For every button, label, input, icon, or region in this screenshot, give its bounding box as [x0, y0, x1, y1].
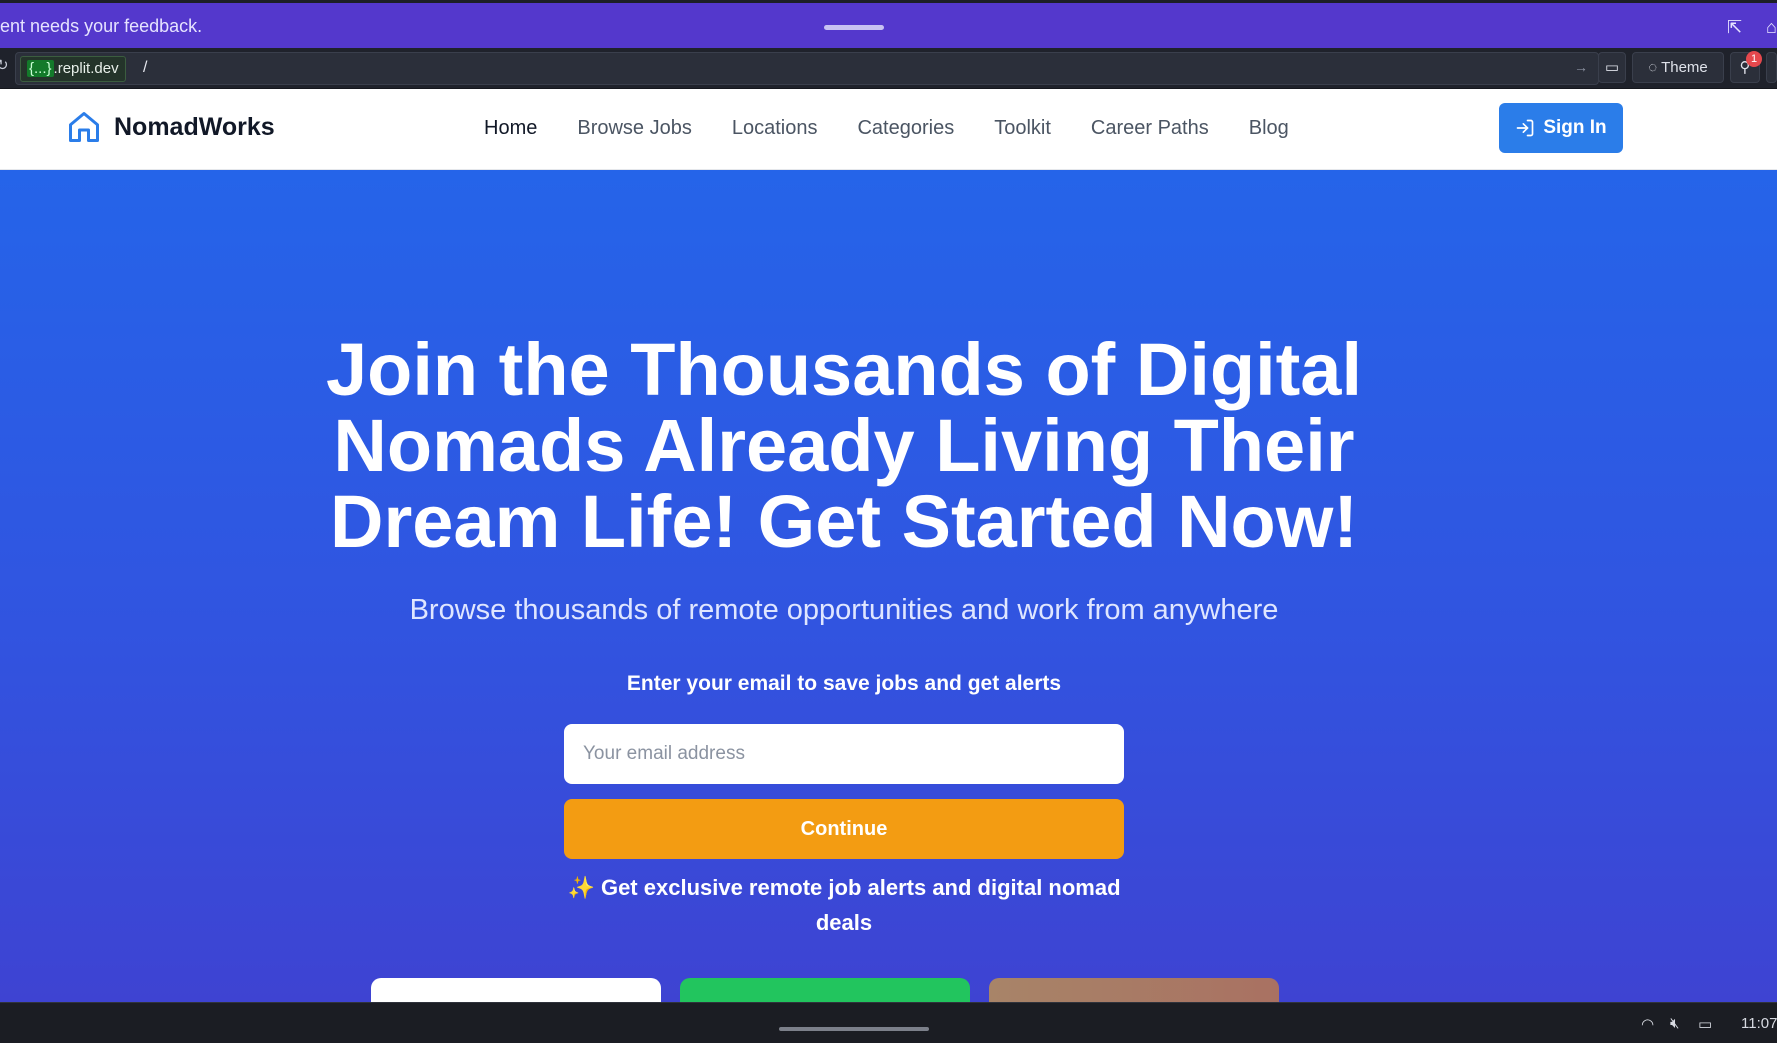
hero-title: Join the Thousands of Digital Nomads Alr… — [326, 328, 1362, 563]
system-taskbar: ◠ 🔇︎ ▭ 11:07 — [0, 1002, 1777, 1043]
overflow-icon[interactable]: ⌂ — [1766, 17, 1777, 38]
url-field[interactable]: {...} .replit.dev / → — [15, 52, 1599, 85]
feature-card-white[interactable] — [371, 978, 661, 1002]
hero-section: Join the Thousands of Digital Nomads Alr… — [0, 170, 1777, 1002]
nav-locations[interactable]: Locations — [732, 117, 818, 140]
continue-button[interactable]: Continue — [564, 799, 1124, 859]
mute-icon[interactable]: 🔇︎ — [1670, 1015, 1679, 1032]
battery-icon[interactable]: ▭ — [1698, 1015, 1712, 1033]
drag-handle[interactable] — [824, 25, 884, 30]
nav-toolkit[interactable]: Toolkit — [994, 117, 1051, 140]
site-header: NomadWorks Home Browse Jobs Locations Ca… — [0, 89, 1777, 170]
nav-browse-jobs[interactable]: Browse Jobs — [577, 117, 692, 140]
sign-in-button[interactable]: Sign In — [1499, 103, 1623, 153]
nav-categories[interactable]: Categories — [857, 117, 954, 140]
theme-button[interactable]: ◌ Theme — [1632, 52, 1724, 83]
theme-label: Theme — [1661, 59, 1708, 76]
house-icon — [69, 112, 99, 142]
devtools-url-bar: ↻ {...} .replit.dev / → ▭ ◌ Theme ⚲ — [0, 48, 1777, 89]
nav-home[interactable]: Home — [484, 117, 537, 140]
hero-subtitle: Browse thousands of remote opportunities… — [409, 594, 1279, 626]
brand-name: NomadWorks — [114, 112, 275, 141]
go-arrow-icon[interactable]: → — [1574, 59, 1588, 75]
sign-in-label: Sign In — [1543, 117, 1607, 138]
nav-career-paths[interactable]: Career Paths — [1091, 117, 1209, 140]
agent-feedback-bar: ent needs your feedback. ⇱ ⌂ — [0, 0, 1777, 48]
main-nav: Home Browse Jobs Locations Categories To… — [484, 117, 1329, 140]
device-preview-icon[interactable]: ▭ — [1598, 52, 1626, 83]
refresh-icon[interactable]: ↻ — [0, 56, 9, 74]
alerts-note: ✨ Get exclusive remote job alerts and di… — [567, 875, 1121, 935]
url-host-highlight: {...} — [27, 60, 54, 77]
popout-icon[interactable]: ⇱ — [1727, 17, 1742, 38]
brand-logo[interactable]: NomadWorks — [66, 109, 275, 145]
login-arrow-icon — [1516, 119, 1534, 137]
palette-icon: ◌ — [1648, 59, 1662, 76]
clock: 11:07 — [1741, 1015, 1777, 1032]
feature-card-brown[interactable] — [989, 978, 1279, 1002]
feature-card-green[interactable] — [680, 978, 970, 1002]
url-path[interactable]: / — [143, 59, 147, 77]
url-host: {...} .replit.dev — [20, 56, 126, 82]
email-input[interactable] — [564, 724, 1124, 784]
nav-blog[interactable]: Blog — [1249, 117, 1289, 140]
notification-badge: 1 — [1746, 51, 1762, 67]
feedback-message: ent needs your feedback. — [0, 16, 203, 36]
email-signup-label: Enter your email to save jobs and get al… — [626, 672, 1062, 695]
taskbar-handle[interactable] — [779, 1027, 929, 1031]
more-icon[interactable] — [1766, 52, 1777, 83]
wifi-icon[interactable]: ◠ — [1641, 1015, 1654, 1033]
url-host-domain: .replit.dev — [53, 60, 119, 77]
